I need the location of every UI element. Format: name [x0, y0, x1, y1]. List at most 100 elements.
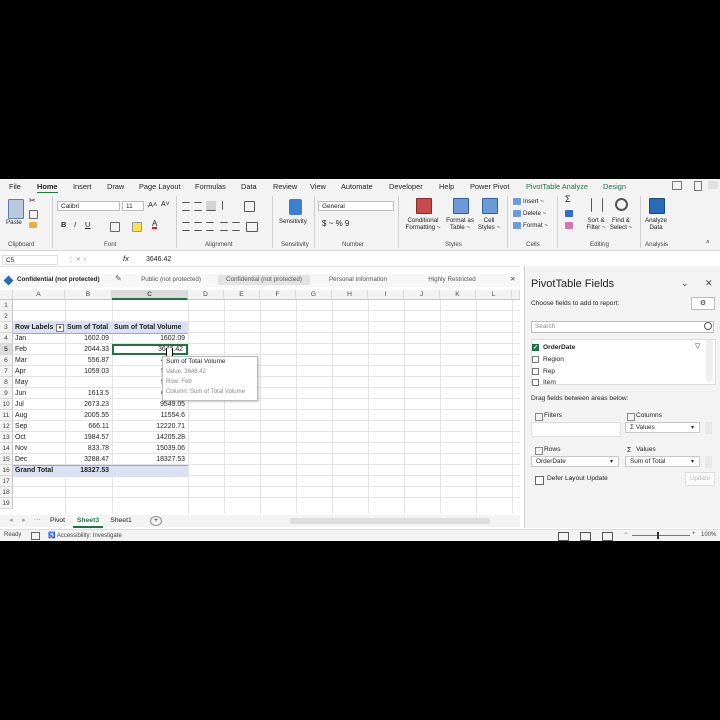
wrap-text-icon[interactable] — [244, 201, 255, 212]
column-header-c[interactable]: C — [112, 290, 188, 300]
delete-cells-label[interactable]: Delete ~ — [523, 210, 546, 217]
find-select-icon[interactable] — [615, 198, 628, 211]
paste-label[interactable]: Paste — [6, 219, 22, 226]
pivot-sum-total[interactable]: 2005.55 — [65, 410, 112, 421]
align-top-icon[interactable] — [182, 202, 190, 211]
find-select-label[interactable]: Find & Select ~ — [608, 217, 634, 231]
menu-page-layout[interactable]: Page Layout — [139, 182, 181, 191]
zoom-out-icon[interactable]: − — [624, 531, 628, 537]
rows-area-orderdate[interactable]: OrderDate — [531, 456, 619, 467]
pivot-row-label[interactable]: May — [13, 377, 65, 388]
column-header-h[interactable]: H — [332, 290, 368, 300]
pivot-grand-total-volume[interactable] — [112, 465, 188, 476]
pivot-sum-total[interactable]: 2044.33 — [65, 344, 112, 355]
zoom-level[interactable]: 100% — [701, 532, 716, 538]
column-header-f[interactable]: F — [260, 290, 296, 300]
columns-area-values[interactable]: Σ Values — [625, 422, 700, 433]
pivot-row-label[interactable]: Dec — [13, 454, 65, 465]
row-header[interactable]: 10 — [0, 399, 13, 410]
pivot-header-sum-total[interactable]: Sum of Total — [65, 322, 112, 333]
worksheet-grid[interactable]: A B C D E F G H I J K L 1 2 3 4 5 6 7 8 … — [0, 290, 520, 514]
menu-power-pivot[interactable]: Power Pivot — [470, 182, 509, 191]
zoom-slider[interactable] — [632, 535, 690, 536]
column-header-b[interactable]: B — [65, 290, 112, 300]
page-break-view-icon[interactable] — [602, 532, 613, 541]
insert-function-icon[interactable]: fx — [123, 255, 129, 263]
pivot-sum-total-volume[interactable]: 18327.53 — [112, 454, 188, 465]
row-header[interactable]: 4 — [0, 333, 13, 344]
menu-automate[interactable]: Automate — [341, 182, 373, 191]
share-icon[interactable] — [694, 181, 702, 191]
sensitivity-icon[interactable] — [289, 199, 302, 215]
close-pane-icon[interactable]: ✕ — [705, 278, 713, 289]
menu-view[interactable]: View — [310, 182, 326, 191]
columns-area-scroll[interactable] — [705, 422, 712, 434]
normal-view-icon[interactable] — [558, 532, 569, 541]
fill-icon[interactable] — [565, 210, 573, 217]
checkbox-icon[interactable] — [532, 367, 539, 375]
close-sensitivity-bar-icon[interactable]: ✕ — [510, 275, 515, 285]
column-header-g[interactable]: G — [296, 290, 332, 300]
row-header[interactable]: 5 — [0, 344, 13, 355]
column-header-j[interactable]: J — [404, 290, 440, 300]
number-format-box[interactable]: General — [318, 201, 394, 211]
align-left-icon[interactable] — [182, 222, 190, 231]
defer-layout-label[interactable]: Defer Layout Update — [547, 475, 608, 482]
pivot-row-label[interactable]: Jul — [13, 399, 65, 410]
paste-icon[interactable] — [8, 199, 24, 219]
sort-filter-icon[interactable] — [591, 198, 603, 212]
borders-icon[interactable] — [110, 222, 120, 232]
sheet-tab-pivot[interactable]: Pivot — [44, 516, 71, 526]
page-layout-view-icon[interactable] — [580, 532, 591, 541]
accessibility-status[interactable]: ♿ Accessibility: Investigate — [48, 532, 122, 539]
pivot-sum-total[interactable]: 2673.23 — [65, 399, 112, 410]
sensitivity-option-personal[interactable]: Personal Information — [313, 275, 403, 285]
cell-styles-label[interactable]: Cell Styles ~ — [476, 217, 502, 231]
cell-styles-icon[interactable] — [482, 198, 498, 214]
field-item-rep[interactable]: Rep — [532, 366, 555, 377]
column-header-a[interactable]: A — [13, 290, 65, 300]
insert-cells-label[interactable]: Insert ~ — [523, 198, 544, 205]
tools-gear-icon[interactable]: ⚙ — [691, 297, 715, 310]
orientation-icon[interactable] — [222, 201, 232, 210]
pivot-row-label[interactable]: Aug — [13, 410, 65, 421]
increase-indent-icon[interactable] — [232, 222, 240, 231]
pivot-header-sum-total-volume[interactable]: Sum of Total Volume — [112, 322, 188, 333]
field-search-input[interactable]: Search — [531, 321, 714, 333]
row-header[interactable]: 3 — [0, 322, 13, 333]
zoom-in-icon[interactable]: + — [692, 531, 696, 537]
defer-layout-checkbox[interactable] — [535, 476, 544, 485]
pivot-sum-total-volume[interactable]: 15039.06 — [112, 443, 188, 454]
tab-more-icon[interactable]: ⋯ — [33, 516, 41, 526]
vertical-scrollbar[interactable] — [512, 290, 520, 300]
menu-design[interactable]: Design — [603, 182, 626, 191]
column-header-e[interactable]: E — [224, 290, 260, 300]
clear-icon[interactable] — [565, 222, 573, 229]
row-header[interactable]: 14 — [0, 443, 13, 454]
tab-scroll-left-icon[interactable]: ◂ — [7, 516, 15, 526]
menu-draw[interactable]: Draw — [107, 182, 124, 191]
row-header[interactable]: 12 — [0, 421, 13, 432]
pivot-row-label[interactable]: Jun — [13, 388, 65, 399]
row-header[interactable]: 8 — [0, 377, 13, 388]
macro-record-icon[interactable] — [31, 532, 40, 540]
comments-icon[interactable] — [672, 181, 682, 190]
row-header[interactable]: 16 — [0, 465, 13, 476]
shrink-font-icon[interactable]: A˅ — [161, 201, 170, 208]
bold-icon[interactable]: B — [61, 221, 66, 229]
formula-input[interactable]: 3646.42 — [146, 256, 171, 263]
rows-dropdown-icon[interactable]: ▾ — [610, 458, 613, 465]
align-center-icon[interactable] — [194, 222, 202, 231]
font-color-icon[interactable]: A — [152, 220, 158, 229]
decrease-indent-icon[interactable] — [220, 222, 228, 231]
row-header[interactable]: 1 — [0, 300, 13, 311]
pivot-row-label[interactable]: Mar — [13, 355, 65, 366]
sensitivity-button-label[interactable]: Sensitivity — [279, 218, 307, 225]
copy-icon[interactable] — [29, 210, 38, 219]
menu-pivottable-analyze[interactable]: PivotTable Analyze — [526, 182, 588, 191]
row-header[interactable]: 7 — [0, 366, 13, 377]
sheet-tab-sheet3[interactable]: Sheet3 — [73, 516, 103, 528]
add-sheet-icon[interactable]: + — [150, 516, 162, 526]
font-name-box[interactable]: Calibri — [57, 201, 120, 211]
conditional-formatting-label[interactable]: Conditional Formatting ~ — [404, 217, 442, 231]
